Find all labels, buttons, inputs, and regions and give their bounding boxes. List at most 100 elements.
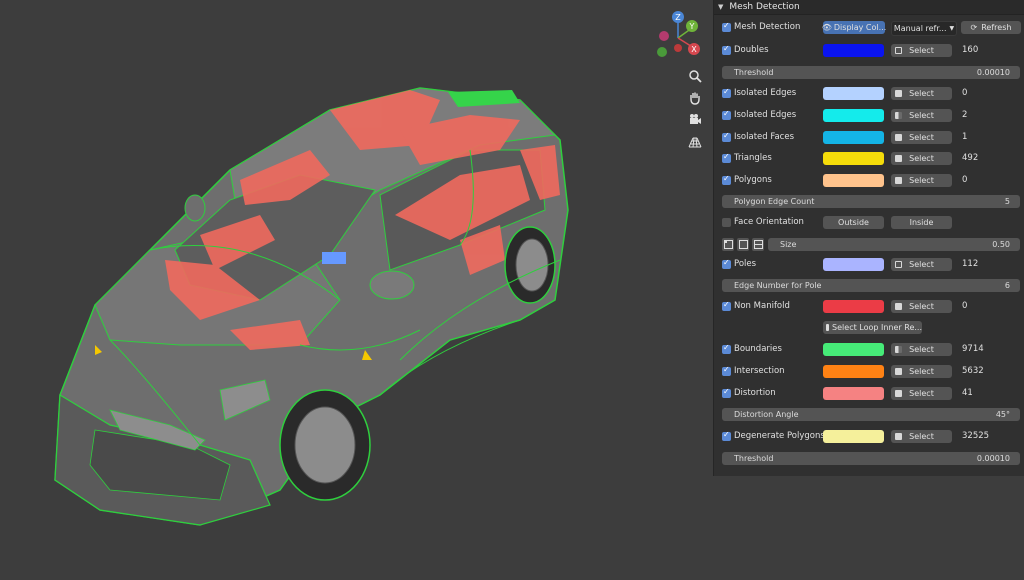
poles-color-swatch[interactable]	[823, 258, 884, 271]
isolated-faces-label: Isolated Faces	[734, 132, 795, 142]
intersection-checkbox[interactable]	[722, 365, 731, 376]
edge-number-pole-slider[interactable]: Edge Number for Pole 6	[722, 279, 1020, 292]
face-icon	[895, 177, 902, 184]
boundaries-label: Boundaries	[734, 344, 782, 354]
face-icon	[895, 368, 902, 375]
face-icon	[895, 303, 902, 310]
mesh-detection-label: Mesh Detection	[734, 22, 801, 32]
isolated-edges-select-button[interactable]: Select	[891, 87, 952, 100]
polygons-row: Polygons Select 0	[714, 173, 1024, 189]
vertex-icon	[895, 261, 902, 268]
navigation-gizmo[interactable]: Z Y X	[648, 8, 708, 60]
edge-mode-icon[interactable]	[737, 238, 749, 251]
poles-count: 112	[962, 259, 979, 269]
hand-icon[interactable]	[684, 88, 706, 108]
face-mode-icon[interactable]	[752, 238, 764, 251]
distortion-row: Distortion Select 41	[714, 386, 1024, 402]
non-manifold-row: Non Manifold Select 0	[714, 299, 1024, 315]
distortion-angle-slider[interactable]: Distortion Angle 45°	[722, 408, 1020, 421]
isolated-edges-2-checkbox[interactable]	[722, 109, 731, 120]
doubles-color-swatch[interactable]	[823, 44, 884, 57]
size-slider[interactable]: Size 0.50	[768, 238, 1020, 251]
vertex-mode-icon[interactable]	[722, 238, 734, 251]
poles-checkbox[interactable]	[722, 258, 731, 269]
face-icon	[895, 155, 902, 162]
threshold-2-slider[interactable]: Threshold 0.00010	[722, 452, 1020, 465]
doubles-count: 160	[962, 45, 979, 55]
eye-icon: 👁	[821, 23, 832, 32]
display-color-button[interactable]: 👁 Display Col...	[821, 21, 886, 34]
triangles-count: 492	[962, 153, 979, 163]
isolated-faces-select-button[interactable]: Select	[891, 131, 952, 144]
mesh-detection-checkbox[interactable]	[722, 21, 731, 32]
doubles-checkbox[interactable]	[722, 44, 731, 55]
triangles-checkbox[interactable]	[722, 152, 731, 163]
boundaries-color-swatch[interactable]	[823, 343, 884, 356]
intersection-color-swatch[interactable]	[823, 365, 884, 378]
camera-icon[interactable]	[684, 110, 706, 130]
degenerate-polygons-row: Degenerate Polygons Select 32525	[714, 429, 1024, 445]
polygons-select-button[interactable]: Select	[891, 174, 952, 187]
poles-select-button[interactable]: Select	[891, 258, 952, 271]
refresh-button[interactable]: ⟳ Refresh	[961, 21, 1021, 34]
select-loop-inner-button[interactable]: Select Loop Inner Re...	[823, 321, 922, 334]
isolated-edges-2-color-swatch[interactable]	[823, 109, 884, 122]
degenerate-polygons-select-button[interactable]: Select	[891, 430, 952, 443]
distortion-select-button[interactable]: Select	[891, 387, 952, 400]
boundaries-checkbox[interactable]	[722, 343, 731, 354]
poles-label: Poles	[734, 259, 757, 269]
polygon-edge-count-row: Polygon Edge Count 5	[714, 194, 1024, 210]
non-manifold-label: Non Manifold	[734, 301, 790, 311]
boundaries-select-button[interactable]: Select	[891, 343, 952, 356]
doubles-label: Doubles	[734, 45, 769, 55]
grid-icon[interactable]	[684, 132, 706, 152]
isolated-edges-2-select-button[interactable]: Select	[891, 109, 952, 122]
triangles-select-button[interactable]: Select	[891, 152, 952, 165]
intersection-label: Intersection	[734, 366, 785, 376]
degenerate-polygons-count: 32525	[962, 431, 990, 441]
isolated-edges-row: Isolated Edges Select 0	[714, 86, 1024, 102]
isolated-edges-color-swatch[interactable]	[823, 87, 884, 100]
boundaries-row: Boundaries Select 9714	[714, 342, 1024, 358]
panel-header[interactable]: ▼ Mesh Detection	[714, 0, 1024, 15]
svg-text:X: X	[691, 45, 697, 54]
threshold-slider[interactable]: Threshold 0.00010	[722, 66, 1020, 79]
isolated-faces-checkbox[interactable]	[722, 131, 731, 142]
non-manifold-color-swatch[interactable]	[823, 300, 884, 313]
inside-button[interactable]: Inside	[891, 216, 952, 229]
non-manifold-select-button[interactable]: Select	[891, 300, 952, 313]
3d-viewport[interactable]	[0, 0, 714, 580]
size-row: Size 0.50	[714, 237, 1024, 253]
isolated-edges-count: 0	[962, 88, 968, 98]
triangles-color-swatch[interactable]	[823, 152, 884, 165]
face-icon	[895, 433, 902, 440]
mesh-detection-row: Mesh Detection 👁Display Col... Manual re…	[714, 20, 1024, 36]
distortion-checkbox[interactable]	[722, 387, 731, 398]
face-icon	[895, 90, 902, 97]
edge-number-pole-row: Edge Number for Pole 6	[714, 278, 1024, 294]
outside-button[interactable]: Outside	[823, 216, 884, 229]
chevron-down-icon: ▼	[949, 25, 955, 32]
isolated-edges-checkbox[interactable]	[722, 87, 731, 98]
zoom-icon[interactable]	[684, 66, 706, 86]
doubles-select-button[interactable]: Select	[891, 44, 952, 57]
distortion-color-swatch[interactable]	[823, 387, 884, 400]
intersection-row: Intersection Select 5632	[714, 364, 1024, 380]
isolated-faces-color-swatch[interactable]	[823, 131, 884, 144]
polygons-checkbox[interactable]	[722, 174, 731, 185]
polygons-count: 0	[962, 175, 968, 185]
isolated-faces-count: 1	[962, 132, 968, 142]
distortion-label: Distortion	[734, 388, 776, 398]
manual-refresh-dropdown[interactable]: Manual refr... ▼	[891, 21, 957, 36]
collapse-triangle-icon[interactable]: ▼	[718, 3, 723, 11]
doubles-row: Doubles Select 160	[714, 43, 1024, 59]
triangles-row: Triangles Select 492	[714, 151, 1024, 167]
degenerate-polygons-color-swatch[interactable]	[823, 430, 884, 443]
face-orientation-checkbox[interactable]	[722, 218, 731, 227]
polygons-color-swatch[interactable]	[823, 174, 884, 187]
non-manifold-checkbox[interactable]	[722, 300, 731, 311]
face-orientation-row: Face Orientation Outside Inside	[714, 215, 1024, 231]
degenerate-polygons-checkbox[interactable]	[722, 430, 731, 441]
polygon-edge-count-slider[interactable]: Polygon Edge Count 5	[722, 195, 1020, 208]
intersection-select-button[interactable]: Select	[891, 365, 952, 378]
